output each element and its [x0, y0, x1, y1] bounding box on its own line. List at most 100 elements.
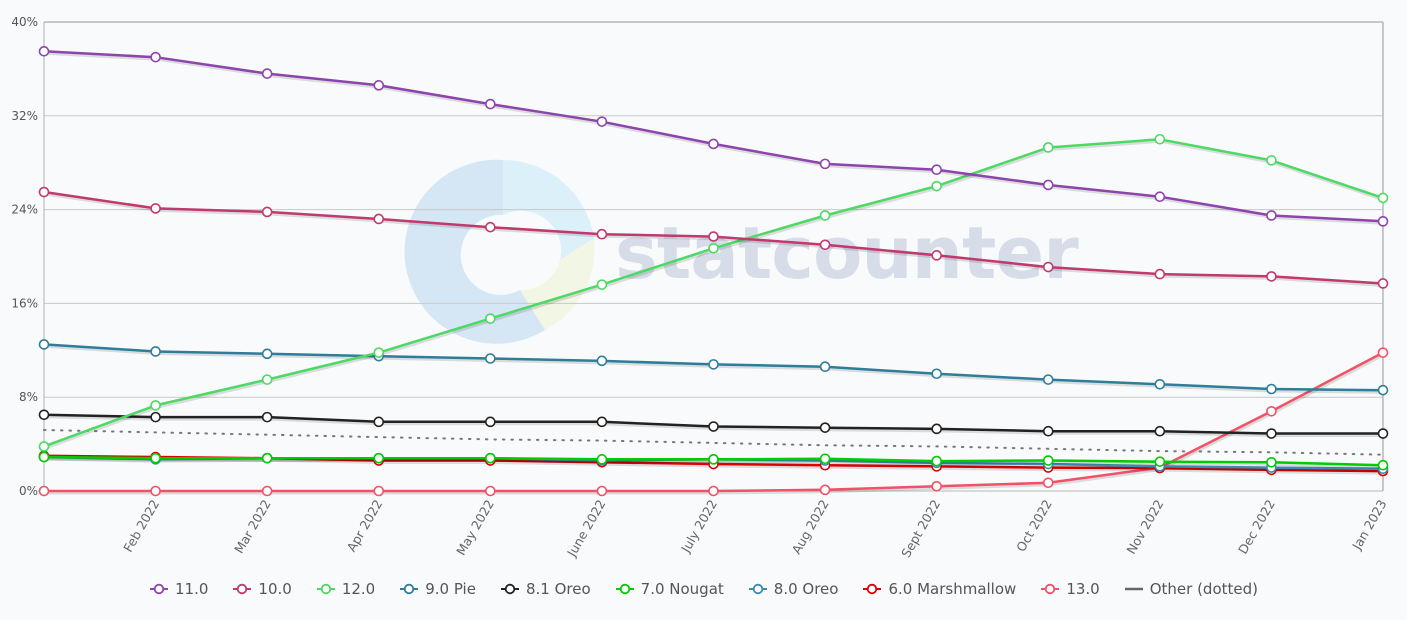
legend-item[interactable]: 12.0 [316, 580, 375, 598]
data-point[interactable] [1377, 347, 1389, 358]
data-point[interactable] [373, 213, 385, 225]
legend-item[interactable]: 11.0 [149, 580, 208, 598]
data-point[interactable] [1042, 455, 1054, 466]
data-point[interactable] [38, 485, 50, 497]
data-point[interactable] [1266, 428, 1277, 439]
data-point[interactable] [38, 339, 50, 350]
data-point[interactable] [373, 452, 385, 464]
data-point[interactable] [261, 348, 273, 360]
data-point[interactable] [819, 210, 831, 221]
data-point[interactable] [485, 313, 496, 324]
data-point[interactable] [373, 347, 385, 358]
data-point[interactable] [819, 239, 831, 251]
data-point[interactable] [485, 353, 496, 364]
data-point[interactable] [819, 484, 831, 496]
data-point[interactable] [150, 51, 161, 63]
data-point[interactable] [150, 400, 161, 411]
data-point[interactable] [596, 228, 608, 240]
data-point[interactable] [596, 279, 608, 290]
data-point[interactable] [1042, 477, 1054, 489]
data-point[interactable] [150, 346, 161, 357]
data-point[interactable] [150, 203, 161, 214]
data-point[interactable] [373, 416, 385, 428]
data-point[interactable] [708, 454, 719, 465]
data-point[interactable] [819, 158, 831, 170]
data-point[interactable] [1042, 425, 1054, 437]
data-point[interactable] [931, 180, 942, 192]
data-point[interactable] [931, 455, 942, 467]
legend-item[interactable]: 13.0 [1040, 580, 1100, 598]
data-point[interactable] [373, 80, 385, 91]
data-point[interactable] [1042, 374, 1054, 385]
legend-item[interactable]: 10.0 [232, 580, 292, 598]
data-point[interactable] [819, 422, 831, 433]
data-point[interactable] [38, 409, 50, 421]
data-point[interactable] [708, 231, 719, 242]
data-point[interactable] [1154, 456, 1166, 467]
data-point[interactable] [1266, 210, 1277, 221]
data-point[interactable] [1266, 456, 1277, 468]
data-point[interactable] [1377, 428, 1389, 439]
data-point[interactable] [931, 164, 942, 176]
data-point[interactable] [931, 368, 942, 380]
data-point[interactable] [1154, 268, 1166, 280]
legend-item[interactable]: 7.0 Nougat [615, 580, 724, 598]
data-point[interactable] [485, 416, 496, 428]
data-point[interactable] [1042, 142, 1054, 153]
data-point[interactable] [485, 221, 496, 233]
data-point[interactable] [485, 98, 496, 110]
data-point[interactable] [485, 485, 496, 497]
data-point[interactable] [1377, 192, 1389, 204]
data-point[interactable] [819, 361, 831, 373]
data-point[interactable] [596, 485, 608, 497]
data-point[interactable] [38, 441, 50, 452]
data-point[interactable] [1042, 261, 1054, 273]
data-point[interactable] [38, 451, 50, 463]
data-point[interactable] [261, 206, 273, 218]
data-point[interactable] [596, 355, 608, 367]
legend-item[interactable]: 6.0 Marshmallow [862, 580, 1016, 598]
data-point[interactable] [1266, 271, 1277, 282]
data-point[interactable] [1154, 133, 1166, 145]
legend-item[interactable]: 9.0 Pie [399, 580, 476, 598]
data-point[interactable] [1154, 425, 1166, 437]
data-point[interactable] [150, 411, 161, 423]
data-point[interactable] [819, 453, 831, 465]
data-point[interactable] [1377, 216, 1389, 227]
data-point[interactable] [1154, 191, 1166, 203]
data-point[interactable] [38, 186, 50, 198]
data-point[interactable] [1377, 459, 1389, 471]
data-point[interactable] [150, 485, 161, 497]
data-point[interactable] [596, 116, 608, 127]
data-point[interactable] [261, 411, 273, 423]
data-point[interactable] [261, 374, 273, 385]
data-point[interactable] [261, 68, 273, 79]
data-point[interactable] [1377, 278, 1389, 289]
data-point[interactable] [708, 485, 719, 497]
legend-item[interactable]: 8.1 Oreo [500, 580, 591, 598]
data-point[interactable] [708, 242, 719, 254]
x-tick-label: Mar 2022 [231, 497, 274, 556]
data-point[interactable] [261, 452, 273, 464]
data-point[interactable] [931, 423, 942, 435]
data-point[interactable] [1266, 383, 1277, 395]
data-point[interactable] [261, 485, 273, 497]
data-point[interactable] [38, 46, 50, 57]
data-point[interactable] [708, 359, 719, 370]
legend-item[interactable]: 8.0 Oreo [748, 580, 838, 598]
legend-item[interactable]: Other (dotted) [1124, 580, 1258, 598]
data-point[interactable] [931, 481, 942, 492]
data-point[interactable] [373, 485, 385, 497]
data-point[interactable] [1266, 405, 1277, 417]
data-point[interactable] [1154, 379, 1166, 390]
data-point[interactable] [1042, 179, 1054, 191]
data-point[interactable] [1266, 155, 1277, 166]
data-point[interactable] [596, 454, 608, 465]
data-point[interactable] [931, 250, 942, 261]
data-point[interactable] [708, 421, 719, 432]
data-point[interactable] [1377, 384, 1389, 396]
data-point[interactable] [150, 452, 161, 464]
data-point[interactable] [485, 452, 496, 464]
data-point[interactable] [596, 416, 608, 428]
data-point[interactable] [708, 138, 719, 150]
